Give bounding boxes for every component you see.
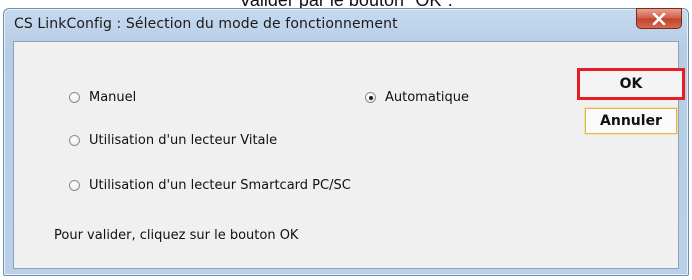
radio-button-automatique[interactable] xyxy=(365,92,376,103)
radio-manuel[interactable]: Manuel xyxy=(69,90,136,105)
radio-label-lecteur-smartcard: Utilisation d'un lecteur Smartcard PC/SC xyxy=(89,178,351,193)
dialog-client-area: Manuel Automatique Utilisation d'un lect… xyxy=(13,41,685,269)
instruction-text: Pour valider, cliquez sur le bouton OK xyxy=(54,228,299,243)
window-title: CS LinkConfig : Sélection du mode de fon… xyxy=(14,16,398,32)
radio-button-lecteur-vitale[interactable] xyxy=(69,135,80,146)
radio-label-manuel: Manuel xyxy=(89,90,137,105)
radio-button-manuel[interactable] xyxy=(69,92,80,103)
ok-button-label: OK xyxy=(619,76,643,92)
ok-button[interactable]: OK xyxy=(577,68,685,100)
radio-automatique[interactable]: Automatique xyxy=(365,90,469,105)
title-bar[interactable]: CS LinkConfig : Sélection du mode de fon… xyxy=(4,8,688,41)
radio-button-lecteur-smartcard[interactable] xyxy=(69,180,80,191)
radio-lecteur-vitale[interactable]: Utilisation d'un lecteur Vitale xyxy=(69,133,277,148)
radio-label-lecteur-vitale: Utilisation d'un lecteur Vitale xyxy=(89,133,278,148)
radio-label-automatique: Automatique xyxy=(385,90,470,105)
radio-lecteur-smartcard[interactable]: Utilisation d'un lecteur Smartcard PC/SC xyxy=(69,178,351,193)
close-icon xyxy=(652,12,666,25)
cancel-button[interactable]: Annuler xyxy=(584,107,678,135)
dialog-window: CS LinkConfig : Sélection du mode de fon… xyxy=(3,8,689,276)
cancel-button-label: Annuler xyxy=(600,113,662,129)
close-button[interactable] xyxy=(636,8,682,29)
